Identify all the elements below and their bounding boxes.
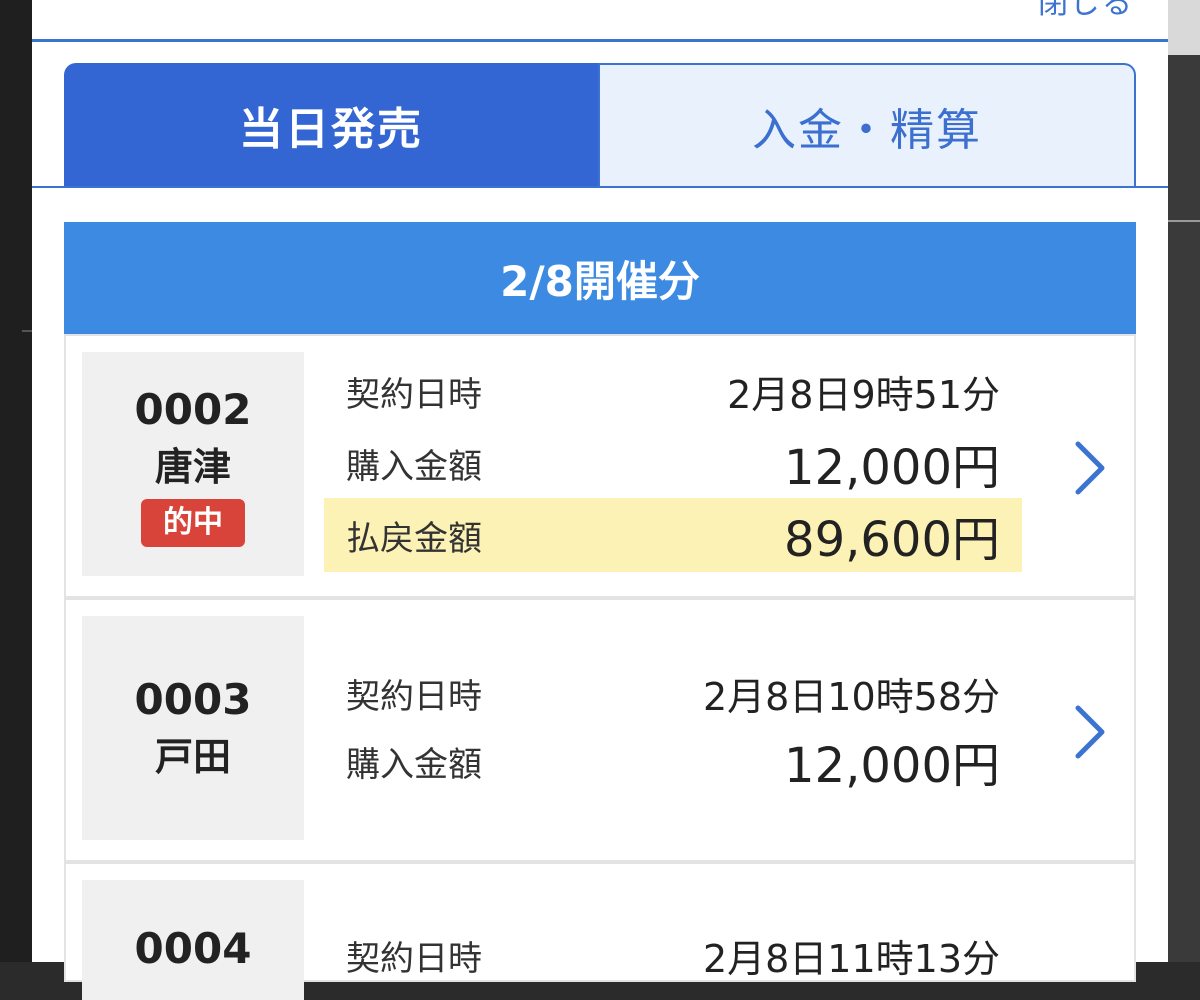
- venue-box: 0002 唐津 的中: [82, 352, 304, 576]
- tab-bar: 当日発売 入金・精算: [64, 63, 1136, 187]
- tab-underline: [32, 186, 1168, 188]
- purchase-value: 12,000円: [784, 738, 1000, 794]
- modal-header: 閉じる: [32, 0, 1168, 42]
- contract-value: 2月8日10時58分: [702, 674, 1000, 719]
- contract-value: 2月8日11時13分: [702, 936, 1000, 981]
- venue-name: 戸田: [154, 735, 231, 779]
- contract-row: 契約日時 2月8日10時58分: [324, 656, 1022, 730]
- tab-deposit-settlement[interactable]: 入金・精算: [598, 63, 1136, 187]
- backdrop-right: [1168, 0, 1200, 962]
- record-card[interactable]: 0003 戸田 契約日時 2月8日10時58分 購入金額 12,000円: [64, 598, 1136, 862]
- record-number: 0003: [134, 675, 252, 724]
- payout-label: 払戻金額: [346, 518, 482, 559]
- purchase-row: 購入金額 12,000円: [324, 724, 1022, 798]
- record-number: 0004: [134, 924, 252, 973]
- payout-value: 89,600円: [784, 512, 1000, 568]
- contract-label: 契約日時: [346, 938, 482, 979]
- tab-same-day-sales[interactable]: 当日発売: [64, 63, 598, 187]
- purchase-row: 購入金額 12,000円: [324, 426, 1022, 500]
- history-modal: 閉じる 当日発売 入金・精算 2/8開催分 0002 唐津 的中 契約日時 2月…: [32, 0, 1168, 1000]
- purchase-value: 12,000円: [784, 440, 1000, 496]
- venue-box: 0003 戸田: [82, 616, 304, 840]
- contract-label: 契約日時: [346, 374, 482, 415]
- hit-badge: 的中: [141, 499, 245, 547]
- contract-row: 契約日時 2月8日9時51分: [324, 354, 1022, 428]
- contract-value: 2月8日9時51分: [727, 372, 1000, 417]
- chevron-right-icon[interactable]: [1068, 438, 1112, 498]
- chevron-right-icon[interactable]: [1068, 702, 1112, 762]
- date-section-header: 2/8開催分: [64, 222, 1136, 334]
- record-card[interactable]: 0002 唐津 的中 契約日時 2月8日9時51分 購入金額 12,000円 払…: [64, 334, 1136, 598]
- contract-label: 契約日時: [346, 676, 482, 717]
- backdrop-left: [0, 0, 32, 962]
- purchase-label: 購入金額: [346, 744, 482, 785]
- contract-row: 契約日時 2月8日11時13分: [324, 918, 1022, 992]
- record-number: 0002: [134, 385, 252, 434]
- purchase-label: 購入金額: [346, 446, 482, 487]
- venue-name: 唐津: [154, 445, 231, 489]
- venue-box: 0004: [82, 880, 304, 1000]
- close-link[interactable]: 閉じる: [1038, 0, 1134, 22]
- payout-row: 払戻金額 89,600円: [324, 498, 1022, 572]
- record-card[interactable]: 0004 契約日時 2月8日11時13分: [64, 862, 1136, 1000]
